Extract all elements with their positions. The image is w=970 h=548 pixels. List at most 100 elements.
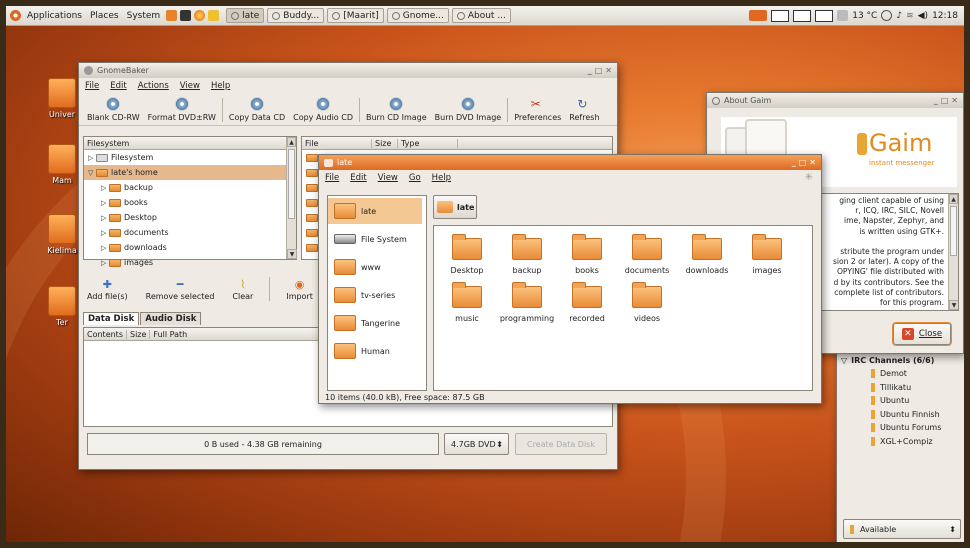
taskbar-button[interactable]: Buddy... — [267, 8, 325, 23]
sidebar-item-tangerine[interactable]: Tangerine — [328, 310, 422, 336]
maximize-button[interactable]: □ — [799, 158, 807, 167]
tree-header[interactable]: Filesystem — [84, 137, 296, 150]
toolbar-button-refresh[interactable]: ↻ Refresh — [565, 97, 603, 122]
tree-row[interactable]: ▷ Filesystem — [84, 150, 296, 165]
menu-view[interactable]: View — [180, 81, 200, 91]
close-dialog-button[interactable]: ✕ Close — [893, 323, 951, 345]
workspace-2[interactable] — [793, 9, 812, 22]
taskbar-button[interactable]: About ... — [451, 8, 511, 23]
file-icon-videos[interactable]: videos — [618, 282, 676, 323]
menu-edit[interactable]: Edit — [350, 173, 366, 183]
close-button[interactable]: ✕ — [809, 158, 816, 167]
filesystem-tree[interactable]: Filesystem ▷ Filesystem ▽ late's home ▷ backu… — [83, 136, 297, 267]
about-scrollbar[interactable]: ▲ ▼ — [948, 194, 958, 310]
expander-icon[interactable]: ▷ — [101, 199, 109, 207]
toolbar-button-copy-data-cd[interactable]: Copy Data CD — [225, 97, 289, 122]
tab-audio-disk[interactable]: Audio Disk — [140, 312, 202, 325]
expander-icon[interactable]: ▷ — [101, 184, 109, 192]
minimize-button[interactable]: _ — [934, 96, 938, 105]
file-icon-recorded[interactable]: recorded — [558, 282, 616, 323]
gnomebaker-titlebar[interactable]: GnomeBaker _ □ ✕ — [79, 63, 617, 78]
file-icon-documents[interactable]: documents — [618, 234, 676, 275]
col-size[interactable]: Size — [372, 138, 398, 148]
expander-icon[interactable]: ▷ — [101, 214, 109, 222]
tree-row[interactable]: ▷ downloads — [84, 240, 296, 255]
disc-type-select[interactable]: 4.7GB DVD ⬍ — [444, 433, 509, 455]
toolbar-button-copy-audio-cd[interactable]: Copy Audio CD — [289, 97, 357, 122]
action-button-clear[interactable]: ⌇ Clear — [228, 278, 257, 301]
expander-icon[interactable]: ▷ — [101, 259, 109, 267]
path-bar-button[interactable]: late — [433, 195, 477, 219]
tree-row[interactable]: ▷ Desktop — [84, 210, 296, 225]
tree-row[interactable]: ▷ books — [84, 195, 296, 210]
expander-icon[interactable]: ▷ — [101, 229, 109, 237]
scroll-up-arrow[interactable]: ▲ — [949, 194, 958, 204]
create-data-disk-button[interactable]: Create Data Disk — [515, 433, 607, 455]
file-icon-view[interactable]: Desktop backup books documents downloads imag… — [433, 225, 813, 391]
taskbar-button[interactable]: Gnome... — [386, 8, 449, 23]
sidebar-item-file-system[interactable]: File System — [328, 226, 422, 252]
taskbar-button[interactable]: late — [226, 8, 265, 23]
minimize-button[interactable]: _ — [792, 158, 796, 167]
firefox-icon[interactable] — [194, 10, 206, 21]
buddy-group[interactable]: ▽ IRC Channels (6/6) — [837, 353, 964, 367]
menu-go[interactable]: Go — [409, 173, 421, 183]
toolbar-button-format-dvd-rw[interactable]: Format DVD±RW — [144, 97, 220, 122]
scroll-down-arrow[interactable]: ▼ — [949, 300, 958, 310]
channel-item[interactable]: Tillikatu — [837, 381, 964, 395]
maximize-button[interactable]: □ — [595, 66, 603, 75]
scroll-down-arrow[interactable]: ▼ — [287, 249, 297, 259]
menu-applications[interactable]: Applications — [23, 11, 86, 21]
toolbar-button-preferences[interactable]: ✂ Preferences — [510, 97, 565, 122]
action-button-add-file-s-[interactable]: ✚ Add file(s) — [83, 278, 132, 301]
scroll-thumb[interactable] — [288, 149, 295, 219]
col-file[interactable]: File — [302, 138, 372, 148]
col-contents[interactable]: Contents — [84, 329, 127, 339]
volume-icon[interactable]: ◀) — [918, 11, 928, 21]
col-type[interactable]: Type — [398, 138, 458, 148]
music-note-icon[interactable]: ♪ — [896, 11, 902, 21]
file-icon-music[interactable]: music — [438, 282, 496, 323]
action-button-remove-selected[interactable]: ━ Remove selected — [142, 278, 219, 301]
about-titlebar[interactable]: About Gaim _ □ ✕ — [707, 93, 963, 108]
col-full-path[interactable]: Full Path — [150, 330, 190, 339]
tree-row[interactable]: ▷ backup — [84, 180, 296, 195]
file-browser-titlebar[interactable]: late _ □ ✕ — [319, 155, 821, 170]
toolbar-button-burn-dvd-image[interactable]: Burn DVD Image — [431, 97, 506, 122]
wifi-icon[interactable]: ≋ — [906, 11, 914, 21]
status-selector[interactable]: Available ⬍ — [843, 519, 961, 539]
tab-data-disk[interactable]: Data Disk — [83, 312, 140, 325]
tree-row[interactable]: ▷ images — [84, 255, 296, 270]
gaim-icon[interactable] — [208, 10, 220, 21]
scroll-up-arrow[interactable]: ▲ — [287, 137, 296, 147]
channel-item[interactable]: Ubuntu — [837, 394, 964, 408]
workspace-1[interactable] — [771, 9, 790, 22]
expander-icon[interactable]: ▷ — [101, 244, 109, 252]
toolbar-button-burn-cd-image[interactable]: Burn CD Image — [362, 97, 431, 122]
tree-row[interactable]: ▷ documents — [84, 225, 296, 240]
toolbar-button-blank-cd-rw[interactable]: Blank CD-RW — [83, 97, 144, 122]
file-icon-desktop[interactable]: Desktop — [438, 234, 496, 275]
tree-row[interactable]: ▽ late's home — [84, 165, 296, 180]
menu-places[interactable]: Places — [86, 11, 123, 21]
file-icon-books[interactable]: books — [558, 234, 616, 275]
terminal-icon[interactable] — [180, 10, 192, 21]
taskbar-button[interactable]: [Maarit] — [327, 8, 384, 23]
expander-icon[interactable]: ▷ — [88, 154, 96, 162]
channel-item[interactable]: Ubuntu Finnish — [837, 408, 964, 422]
sidebar-item-tv-series[interactable]: tv-series — [328, 282, 422, 308]
menu-system[interactable]: System — [123, 11, 165, 21]
menu-file[interactable]: File — [325, 173, 339, 183]
menu-edit[interactable]: Edit — [110, 81, 126, 91]
maximize-button[interactable]: □ — [941, 96, 949, 105]
chat-bubble-icon[interactable] — [881, 10, 893, 21]
workspace-3[interactable] — [815, 9, 834, 22]
file-icon-backup[interactable]: backup — [498, 234, 556, 275]
menu-actions[interactable]: Actions — [138, 81, 169, 91]
tree-scrollbar[interactable]: ▲ ▼ — [286, 137, 297, 259]
menu-view[interactable]: View — [378, 173, 398, 183]
minimize-button[interactable]: _ — [588, 66, 592, 75]
ubuntu-logo-icon[interactable] — [10, 10, 21, 21]
sidebar-item-late[interactable]: late — [328, 198, 422, 224]
menu-file[interactable]: File — [85, 81, 99, 91]
